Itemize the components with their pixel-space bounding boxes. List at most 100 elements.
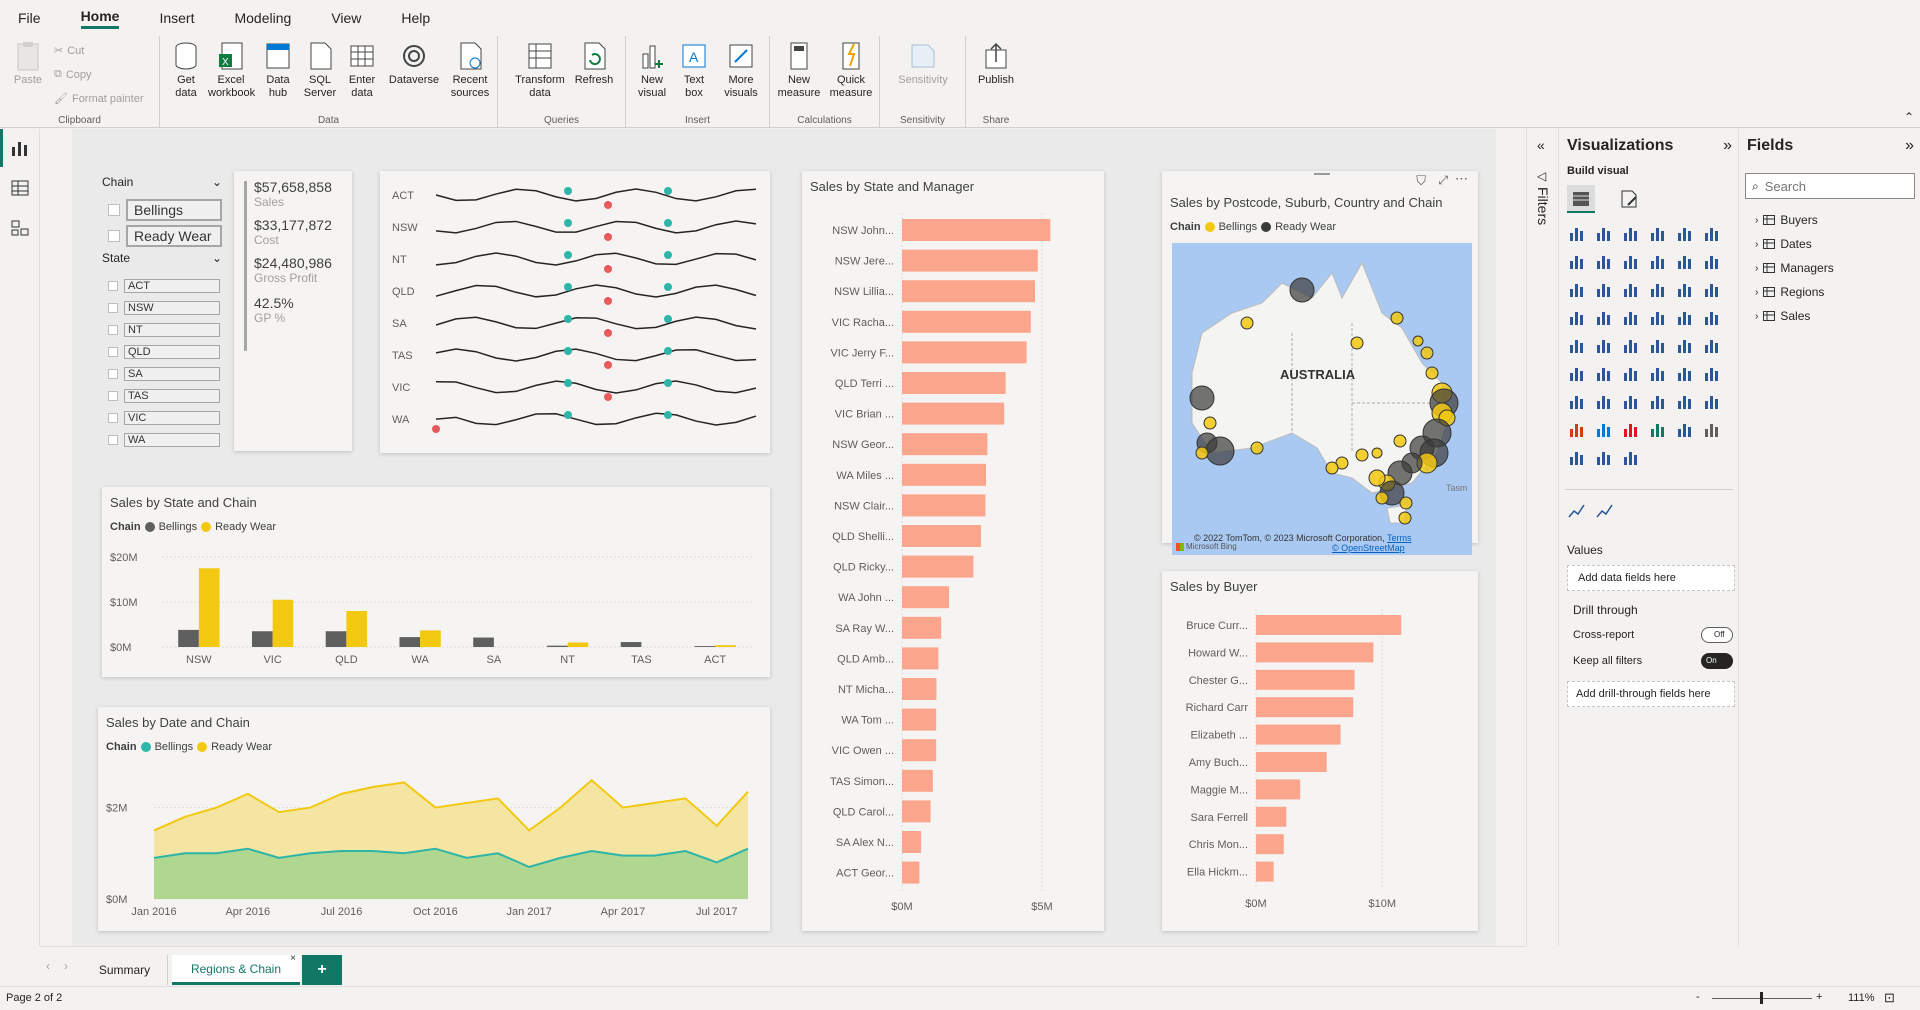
checkbox[interactable] [108, 347, 118, 357]
checkbox[interactable] [108, 281, 118, 291]
field-table-sales[interactable]: › Sales [1755, 309, 1810, 323]
model-view-icon[interactable] [10, 219, 30, 237]
bar[interactable] [1256, 834, 1284, 855]
map-bubble[interactable] [1412, 335, 1424, 347]
map-bubble[interactable] [1368, 469, 1386, 487]
menu-help[interactable]: Help [401, 10, 430, 26]
bar[interactable] [902, 616, 942, 639]
menu-insert[interactable]: Insert [159, 10, 194, 26]
map-bubble[interactable] [1399, 496, 1413, 510]
visual-type-icon[interactable] [1594, 447, 1614, 467]
report-view-icon[interactable] [10, 139, 30, 157]
bar[interactable] [902, 586, 950, 609]
bar[interactable] [902, 372, 1006, 394]
bar[interactable] [902, 678, 937, 700]
visual-type-icon[interactable] [1594, 419, 1614, 439]
prev-page-icon[interactable]: ‹ [46, 959, 50, 973]
visual-type-icon[interactable] [1594, 223, 1614, 243]
state-slicer-item[interactable]: NSW [108, 301, 220, 315]
field-table-buyers[interactable]: › Buyers [1755, 213, 1818, 227]
bar[interactable] [1256, 752, 1327, 772]
bar[interactable] [902, 494, 986, 517]
menu-modeling[interactable]: Modeling [234, 10, 291, 26]
bar[interactable] [902, 708, 937, 731]
build-visual-tab[interactable] [1567, 185, 1595, 213]
text-box-button[interactable]: A Text box [674, 40, 714, 100]
visual-type-icon[interactable] [1594, 251, 1614, 271]
bar[interactable] [902, 769, 933, 792]
chevron-down-icon[interactable]: ⌄ [212, 175, 222, 193]
copy-button[interactable]: ⧉ Copy [54, 68, 92, 81]
cross-report-toggle[interactable]: Off [1701, 627, 1733, 643]
refresh-button[interactable]: Refresh [570, 40, 618, 87]
visual-type-icon[interactable] [1567, 307, 1587, 327]
chevron-right-icon[interactable]: › [1755, 287, 1758, 298]
search-input[interactable] [1764, 178, 1895, 194]
visual-type-icon[interactable] [1702, 391, 1722, 411]
recent-sources-button[interactable]: Recent sources [446, 40, 494, 100]
visual-type-icon[interactable] [1567, 223, 1587, 243]
collapse-pane-icon[interactable]: » [1905, 137, 1914, 155]
collapse-pane-icon[interactable]: » [1723, 137, 1732, 155]
visual-type-icon[interactable] [1621, 307, 1641, 327]
map-bubble[interactable] [1195, 446, 1209, 460]
visual-type-icon[interactable] [1648, 363, 1668, 383]
visual-type-icon[interactable] [1567, 251, 1587, 271]
focus-mode-icon[interactable]: ⤢ [1438, 173, 1448, 188]
visual-type-icon[interactable] [1648, 335, 1668, 355]
visual-type-icon[interactable] [1675, 279, 1695, 299]
bar[interactable] [1256, 861, 1274, 882]
state-slicer-item[interactable]: ACT [108, 279, 220, 293]
collapse-ribbon-icon[interactable]: ⌃ [1904, 110, 1914, 124]
format-painter-button[interactable]: 🖌 Format painter [54, 92, 144, 106]
map-bubble[interactable] [1289, 277, 1315, 303]
map-bubble[interactable] [1393, 434, 1407, 448]
menu-file[interactable]: File [18, 10, 41, 26]
state-slicer-item[interactable]: WA [108, 433, 220, 447]
dataverse-button[interactable]: Dataverse [384, 40, 444, 87]
map-area[interactable]: AUSTRALIA Tasm © 2022 TomTom, © 2023 Mic… [1172, 243, 1472, 555]
visual-type-icon[interactable] [1702, 419, 1722, 439]
checkbox[interactable] [108, 204, 120, 216]
bar[interactable] [902, 219, 1051, 241]
chain-slicer-item[interactable]: Bellings [108, 199, 222, 221]
drag-handle[interactable] [1314, 173, 1330, 175]
visual-type-icon[interactable] [1567, 279, 1587, 299]
map-bubble[interactable] [1355, 448, 1369, 462]
checkbox[interactable] [108, 325, 118, 335]
bar[interactable] [346, 611, 368, 647]
keep-filters-toggle[interactable]: On [1701, 653, 1733, 669]
visual-type-icon[interactable] [1594, 279, 1614, 299]
bar[interactable] [902, 525, 981, 547]
checkbox[interactable] [108, 303, 118, 313]
get-data-button[interactable]: Get data [166, 40, 206, 100]
map-bubble[interactable] [1189, 385, 1215, 411]
visual-type-icon[interactable] [1621, 335, 1641, 355]
bar[interactable] [1256, 779, 1301, 800]
map-bubble[interactable] [1375, 491, 1389, 505]
checkbox[interactable] [108, 413, 118, 423]
transform-data-button[interactable]: Transform data [512, 40, 568, 100]
visual-type-icon[interactable] [1702, 335, 1722, 355]
custom-visual-icon[interactable] [1567, 501, 1587, 521]
visual-type-icon[interactable] [1675, 251, 1695, 271]
bar[interactable] [902, 402, 1005, 425]
fit-to-page-icon[interactable]: ⊡ [1884, 990, 1895, 1006]
bar[interactable] [902, 739, 937, 762]
visual-type-icon[interactable] [1594, 335, 1614, 355]
enter-data-button[interactable]: Enter data [342, 40, 382, 100]
chain-slicer-item[interactable]: Ready Wear [108, 225, 222, 247]
visual-type-icon[interactable] [1702, 223, 1722, 243]
bar[interactable] [546, 645, 568, 647]
bar[interactable] [1256, 697, 1354, 718]
bar[interactable] [902, 341, 1027, 364]
bar[interactable] [715, 645, 736, 647]
add-page-button[interactable]: + [302, 955, 342, 985]
field-table-dates[interactable]: › Dates [1755, 237, 1812, 251]
chevron-right-icon[interactable]: › [1755, 215, 1758, 226]
values-drop-zone[interactable]: Add data fields here [1567, 565, 1735, 591]
chevron-right-icon[interactable]: › [1755, 263, 1758, 274]
bar[interactable] [902, 647, 939, 670]
zoom-thumb[interactable] [1760, 992, 1763, 1004]
checkbox[interactable] [108, 230, 120, 242]
